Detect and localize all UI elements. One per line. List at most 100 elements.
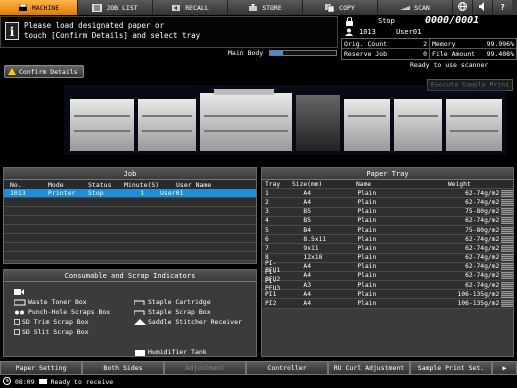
paper-level-icon [501,198,513,206]
both-sides-button[interactable]: Both Sides [82,361,164,375]
tray-row[interactable]: 3 B5 Plain 75-80g/m2 [262,207,513,217]
waste-toner-label: Waste Toner Box [28,298,87,306]
status-user: User01 [396,28,422,36]
sd-slit-indicator: SD Slit Scrap Box [14,328,89,336]
consumables-title: Consumable and Scrap Indicators [4,270,256,282]
receive-status: Ready to receive [50,378,114,386]
col-mode: Mode [48,180,64,189]
tray-weight: 106-135g/m2 [457,300,500,308]
volume-button[interactable] [473,0,493,15]
tab-store[interactable]: STORE [228,0,303,15]
tray-size: A4 [303,189,312,197]
sample-print-set-button[interactable]: Sample Print Set. [410,361,492,375]
tray-size: A3 [303,281,312,289]
main-body-progress [269,50,337,56]
tray-weight: 62-74g/m2 [465,263,500,271]
reserve-job-label: Reserve Job [344,50,388,58]
tab-copy[interactable]: COPY [303,0,378,15]
paper-level-icon [501,300,513,308]
globe-icon [458,2,467,13]
tray-row[interactable]: 2 A4 Plain 62-74g/m2 [262,198,513,208]
sd-trim-label: SD Trim Scrap Box [22,318,89,326]
job-table-header: No. Mode Status Minute(S) User Name [4,180,256,189]
paper-level-icon [501,254,513,262]
tray-row[interactable]: 6 8.5x11 Plain 62-74g/m2 [262,235,513,245]
tray-weight: 62-74g/m2 [465,254,500,262]
tray-row[interactable]: PI-PFU1 A4 Plain 62-74g/m2 [262,260,513,274]
info-icon: i [5,22,19,40]
waste-toner-indicator: Waste Toner Box [14,298,87,306]
tray-id: 3 [265,208,269,216]
machine-illustration [64,85,506,155]
col-no: No. [10,180,22,189]
paper-level-icon [501,226,513,234]
memory-label: Memory [432,39,456,48]
tray-weight: 62-74g/m2 [465,272,500,280]
tray-size: 12x18 [303,254,323,262]
staple-icon [134,300,145,305]
job-counter: 0000/0001 [425,15,480,26]
tray-paper-name: Plain [357,226,377,234]
paper-tray-title: Paper Tray [262,168,513,180]
sd-trim-indicator: SD Trim Scrap Box [14,318,89,326]
tray-weight: 62-74g/m2 [465,281,500,289]
tray-row[interactable]: PI-PFU3 A3 Plain 62-74g/m2 [262,278,513,292]
counts-grid: Orig. Count 2 Memory 99.996% Reserve Job 0 … [341,38,517,60]
tab-job-list[interactable]: JOB LIST [78,0,153,15]
paper-level-icon [501,189,513,197]
tray-weight: 62-74g/m2 [465,189,500,197]
tray-paper-name: Plain [357,235,377,243]
globe-button[interactable] [453,0,473,15]
tray-row[interactable]: 5 B4 Plain 75-80g/m2 [262,225,513,236]
tray-rows: 1 A4 Plain 62-74g/m2 2 A4 Plain 62-74g/m2 3 B5 Pla… [262,189,513,309]
controller-button[interactable]: Controller [246,361,328,375]
tray-size: A4 [303,272,312,280]
tray-paper-name: Plain [357,300,377,308]
paper-setting-button[interactable]: Paper Setting [0,361,82,375]
tray-row[interactable]: PI2 A4 Plain 106-135g/m2 [262,299,513,309]
job-row-empty [4,207,256,216]
main-body-label: Main Body [228,49,264,57]
paper-level-icon [501,290,513,298]
tray-paper-name: Plain [357,198,377,206]
tray-id: 4 [265,217,269,225]
job-row[interactable]: 1013 Printer Stop 1 User01 [4,189,256,198]
staple-cartridge-indicator: Staple Cartridge [134,298,211,306]
adjustment-button[interactable]: Adjustment [164,361,246,375]
lock-icon [345,16,354,26]
job-panel: Job No. Mode Status Minute(S) User Name … [3,167,257,264]
paper-level-icon [501,217,513,225]
next-button[interactable]: ▶ [492,361,517,375]
humidifier-label: Humidifier Tank [148,348,207,356]
tray-weight: 62-74g/m2 [465,235,500,243]
status-job-id: 1013 [359,28,376,36]
warning-icon [8,68,16,75]
tray-row[interactable]: 8 12x18 Plain 62-74g/m2 [262,253,513,263]
tab-scan[interactable]: SCAN [378,0,453,15]
col-name: Name [356,180,372,188]
tray-row[interactable]: 1 A4 Plain 62-74g/m2 [262,189,513,199]
memory-value: 99.996% [486,39,514,48]
tray-row[interactable]: PI1 A4 Plain 106-135g/m2 [262,290,513,300]
tray-paper-name: Plain [357,244,377,252]
confirm-details-button[interactable]: Confirm Details [4,65,84,78]
tray-weight: 62-74g/m2 [465,198,500,206]
tab-recall[interactable]: RECALL [153,0,228,15]
tray-row[interactable]: 7 9x11 Plain 62-74g/m2 [262,244,513,254]
ru-curl-adjustment-button[interactable]: RU Curl Adjustment [328,361,410,375]
saddle-receiver-indicator: Saddle Stitcher Receiver [134,318,242,326]
tray-row[interactable]: PI-PFU2 A4 Plain 62-74g/m2 [262,269,513,283]
scanner-status: Ready to use scanner [410,61,489,69]
help-button[interactable]: ? [493,0,512,15]
tray-paper-name: Plain [357,208,377,216]
status-state: Stop [378,17,395,25]
paper-level-icon [501,244,513,252]
tab-machine[interactable]: MACHINE [0,0,78,15]
humidifier-indicator: Humidifier Tank [134,348,207,356]
tray-table-header: Tray Size(mm) Name Weight [262,180,513,190]
tray-paper-name: Plain [357,281,377,289]
col-tray: Tray [265,180,281,188]
arrow-right-icon: ▶ [502,364,507,372]
tray-row[interactable]: 4 B5 Plain 62-74g/m2 [262,216,513,226]
tray-paper-name: Plain [357,272,377,280]
